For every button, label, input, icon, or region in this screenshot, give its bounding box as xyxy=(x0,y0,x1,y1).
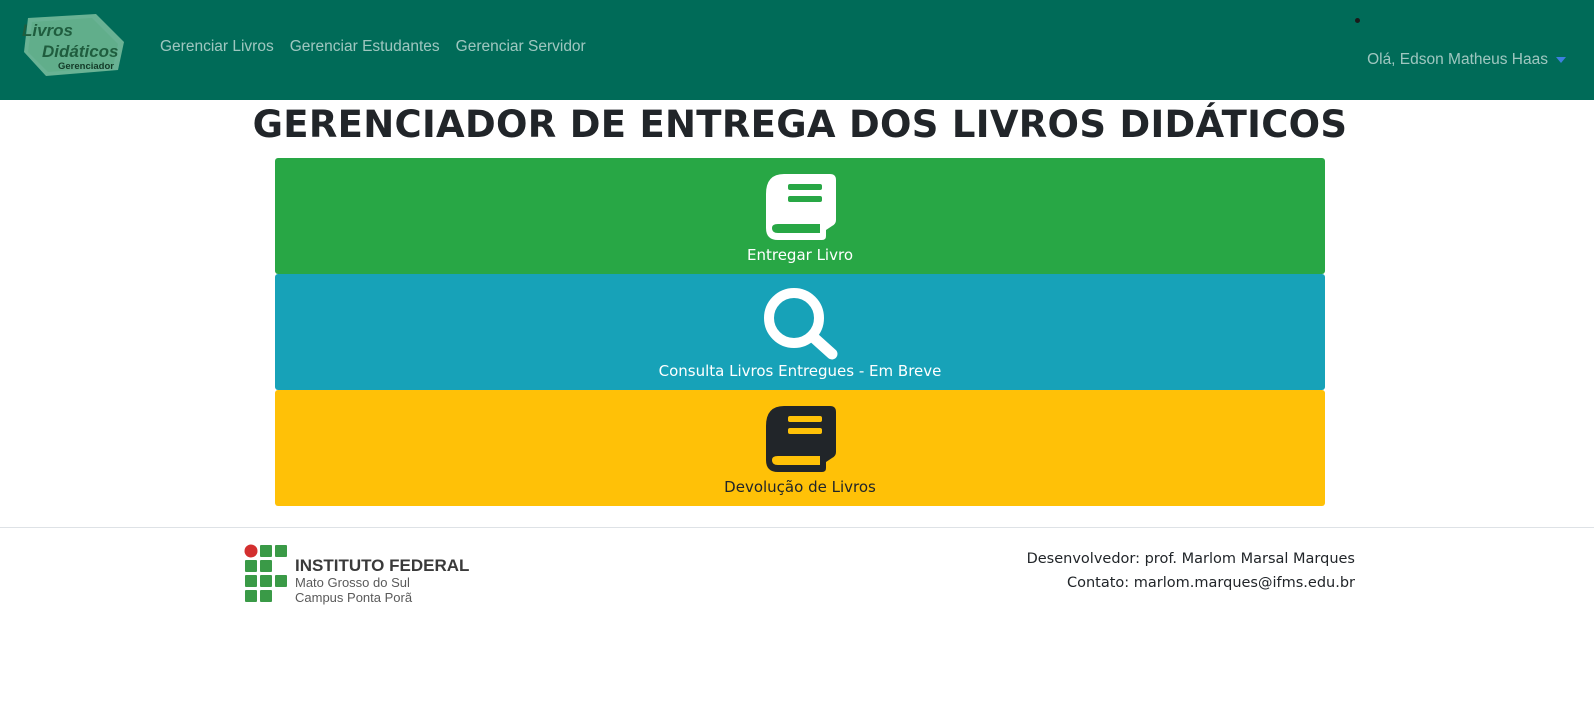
devolucao-livros-button[interactable]: Devolução de Livros xyxy=(275,390,1325,506)
institution-campus: Campus Ponta Porã xyxy=(295,590,413,605)
footer-credits: Desenvolvedor: prof. Marlom Marsal Marqu… xyxy=(1027,547,1355,595)
user-greeting: Olá, Edson Matheus Haas xyxy=(1367,51,1548,68)
institution-state: Mato Grosso do Sul xyxy=(295,575,410,590)
caret-down-icon xyxy=(1556,57,1566,63)
footer-divider xyxy=(0,527,1594,528)
logo-text-didaticos: Didáticos xyxy=(42,42,119,61)
nav-gerenciar-livros[interactable]: Gerenciar Livros xyxy=(160,38,274,56)
institution-name: INSTITUTO FEDERAL xyxy=(295,556,470,575)
if-grid-icon xyxy=(244,544,287,602)
entregar-livro-button[interactable]: Entregar Livro xyxy=(275,158,1325,274)
book-icon xyxy=(762,170,838,246)
book-icon xyxy=(762,402,838,478)
nav-gerenciar-servidor[interactable]: Gerenciar Servidor xyxy=(456,38,586,56)
nav-gerenciar-estudantes[interactable]: Gerenciar Estudantes xyxy=(290,38,440,56)
logo-text-gerenciador: Gerenciador xyxy=(58,61,114,72)
user-dropdown[interactable]: Olá, Edson Matheus Haas xyxy=(1367,51,1566,69)
consulta-livros-label: Consulta Livros Entregues - Em Breve xyxy=(658,362,942,380)
contact-email: Contato: marlom.marques@ifms.edu.br xyxy=(1066,575,1355,591)
app-logo[interactable]: Livros Didáticos Gerenciador xyxy=(18,12,130,80)
top-navbar: Livros Didáticos Gerenciador Gerenciar L… xyxy=(0,0,1594,100)
main-nav: Gerenciar Livros Gerenciar Estudantes Ge… xyxy=(160,38,602,56)
search-icon xyxy=(762,286,838,364)
consulta-livros-button[interactable]: Consulta Livros Entregues - Em Breve xyxy=(275,274,1325,390)
nav-dot xyxy=(1355,18,1360,23)
entregar-livro-label: Entregar Livro xyxy=(747,246,853,264)
devolucao-livros-label: Devolução de Livros xyxy=(724,478,876,496)
developer-credit: Desenvolvedor: prof. Marlom Marsal Marqu… xyxy=(1026,551,1355,567)
logo-text-livros: Livros xyxy=(22,21,73,40)
page-title: GERENCIADOR DE ENTREGA DOS LIVROS DIDÁTI… xyxy=(252,103,1348,146)
